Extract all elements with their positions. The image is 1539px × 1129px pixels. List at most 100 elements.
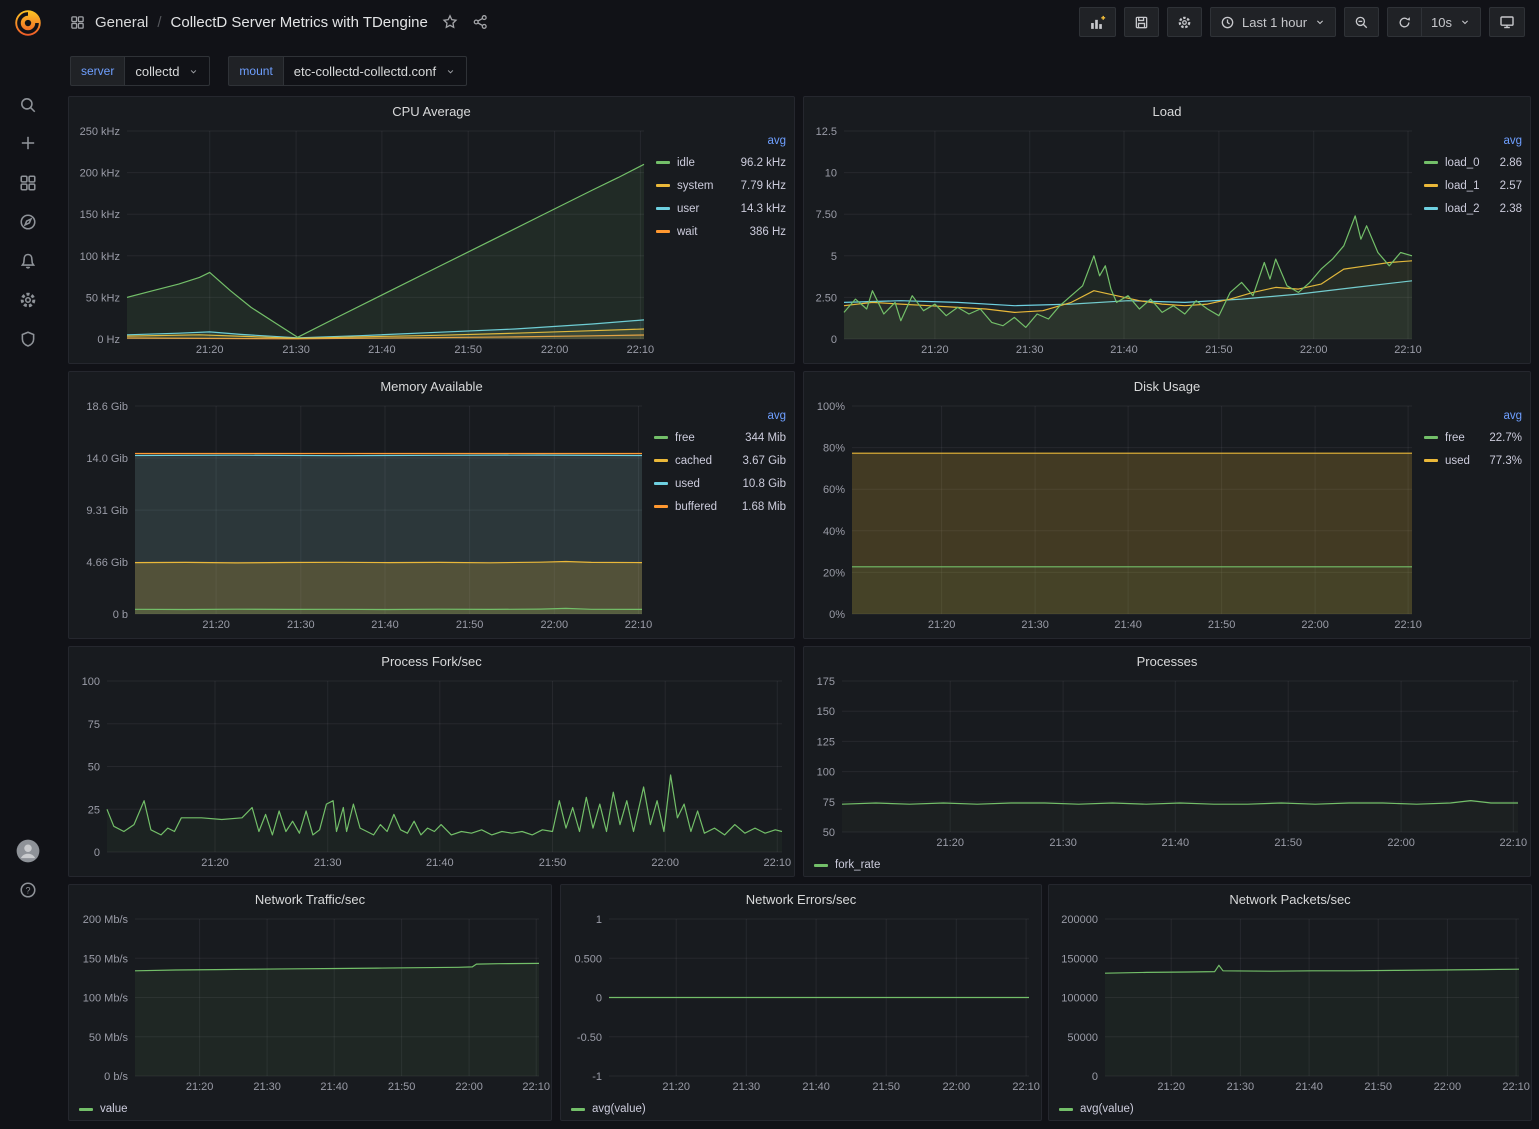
variable-value-mount[interactable]: etc-collectd-collectd.conf: [283, 56, 467, 86]
legend-item-load_1[interactable]: load_12.57: [1424, 174, 1522, 197]
time-range-label: Last 1 hour: [1242, 15, 1307, 30]
chart-disk-usage[interactable]: 0%20%40%60%80%100%21:2021:3021:4021:5022…: [804, 400, 1424, 638]
time-range-picker[interactable]: Last 1 hour: [1210, 7, 1336, 37]
series-color-swatch: [79, 1108, 93, 1111]
cycle-view-mode-button[interactable]: [1489, 7, 1525, 37]
configuration-gear-icon[interactable]: [0, 281, 56, 319]
x-axis-label: 21:40: [802, 1081, 830, 1093]
panel-title-network-packets-sec[interactable]: Network Packets/sec: [1049, 885, 1531, 913]
search-icon[interactable]: [0, 86, 56, 124]
breadcrumb-section[interactable]: General: [95, 14, 148, 31]
grafana-logo[interactable]: [11, 6, 45, 40]
chart-network-packets-sec[interactable]: 05000010000015000020000021:2021:3021:402…: [1049, 913, 1531, 1098]
legend-item-used[interactable]: used77.3%: [1424, 449, 1522, 472]
legend-item-user[interactable]: user14.3 kHz: [656, 197, 786, 220]
alerting-bell-icon[interactable]: [0, 242, 56, 280]
chart-processes[interactable]: 507510012515017521:2021:3021:4021:5022:0…: [804, 675, 1530, 854]
x-axis-label: 21:40: [426, 857, 454, 869]
y-axis-label: 0: [596, 993, 602, 1005]
save-dashboard-button[interactable]: [1124, 7, 1159, 37]
legend-series-name: load_1: [1445, 180, 1480, 192]
y-axis-label: 50 Mb/s: [89, 1032, 129, 1044]
share-icon[interactable]: [472, 14, 488, 30]
y-axis-label: 175: [817, 676, 835, 688]
series-color-swatch: [654, 482, 668, 485]
star-icon[interactable]: [442, 14, 458, 30]
variable-server: server collectd: [70, 56, 210, 86]
panel-title-network-errors-sec[interactable]: Network Errors/sec: [561, 885, 1041, 913]
legend-header-avg: avg: [1424, 131, 1522, 151]
y-axis-label: 25: [88, 804, 100, 816]
legend-item-used[interactable]: used10.8 Gib: [654, 472, 786, 495]
legend-item-cached[interactable]: cached3.67 Gib: [654, 449, 786, 472]
zoom-out-button[interactable]: [1344, 7, 1379, 37]
add-panel-button[interactable]: [1079, 7, 1116, 37]
chart-process-fork-sec[interactable]: 025507510021:2021:3021:4021:5022:0022:10: [69, 675, 794, 876]
chevron-down-icon: [188, 66, 199, 77]
panel-title-load[interactable]: Load: [804, 97, 1530, 125]
x-axis-label: 21:20: [662, 1081, 690, 1093]
panel-network-traffic-sec: Network Traffic/sec0 b/s50 Mb/s100 Mb/s1…: [68, 884, 552, 1121]
user-avatar[interactable]: [0, 832, 56, 870]
legend-item-load_0[interactable]: load_02.86: [1424, 151, 1522, 174]
x-axis-label: 21:30: [314, 857, 342, 869]
panel-title-network-traffic-sec[interactable]: Network Traffic/sec: [69, 885, 551, 913]
panel-title-process-fork-sec[interactable]: Process Fork/sec: [69, 647, 794, 675]
legend-item-load_2[interactable]: load_22.38: [1424, 197, 1522, 220]
panel-title-disk-usage[interactable]: Disk Usage: [804, 372, 1530, 400]
legend-item-avg(value)[interactable]: avg(value): [1059, 1098, 1134, 1121]
x-axis-label: 21:40: [1162, 837, 1190, 849]
x-axis-label: 21:50: [1205, 344, 1233, 356]
x-axis-label: 22:00: [651, 857, 679, 869]
legend-series-name: value: [100, 1103, 128, 1115]
explore-compass-icon[interactable]: [0, 203, 56, 241]
legend-header-avg: avg: [656, 131, 786, 151]
chart-load[interactable]: 02.5057.501012.521:2021:3021:4021:5022:0…: [804, 125, 1424, 363]
panel-title-cpu-average[interactable]: CPU Average: [69, 97, 794, 125]
legend-load: avgload_02.86load_12.57load_22.38: [1424, 125, 1530, 363]
legend-series-avg: 7.79 kHz: [741, 180, 786, 192]
variable-value-server[interactable]: collectd: [124, 56, 210, 86]
legend-item-value[interactable]: value: [79, 1098, 128, 1121]
x-axis-label: 21:30: [733, 1081, 761, 1093]
chart-memory-available[interactable]: 0 b4.66 Gib9.31 Gib14.0 Gib18.6 Gib21:20…: [69, 400, 654, 638]
legend-item-fork_rate[interactable]: fork_rate: [814, 854, 880, 877]
chart-network-traffic-sec[interactable]: 0 b/s50 Mb/s100 Mb/s150 Mb/s200 Mb/s21:2…: [69, 913, 551, 1098]
dashboards-icon[interactable]: [0, 164, 56, 202]
legend-series-name: user: [677, 203, 699, 215]
panel-title-memory-available[interactable]: Memory Available: [69, 372, 794, 400]
legend-item-free[interactable]: free344 Mib: [654, 426, 786, 449]
chart-network-errors-sec[interactable]: -1-0.5000.500121:2021:3021:4021:5022:002…: [561, 913, 1041, 1098]
y-axis-label: 150 kHz: [80, 209, 120, 221]
legend-processes: fork_rate: [804, 854, 1530, 876]
create-plus-icon[interactable]: [0, 124, 56, 162]
admin-shield-icon[interactable]: [0, 320, 56, 358]
legend-item-buffered[interactable]: buffered1.68 Mib: [654, 495, 786, 518]
legend-series-avg: 2.86: [1500, 157, 1522, 169]
x-axis-label: 21:50: [539, 857, 567, 869]
refresh-interval-label: 10s: [1431, 15, 1452, 30]
help-icon[interactable]: ?: [0, 871, 56, 909]
x-axis-label: 22:10: [1502, 1081, 1530, 1093]
legend-header-avg: avg: [654, 406, 786, 426]
refresh-interval-picker[interactable]: 10s: [1421, 7, 1481, 37]
legend-item-free[interactable]: free22.7%: [1424, 426, 1522, 449]
legend-item-system[interactable]: system7.79 kHz: [656, 174, 786, 197]
y-axis-label: 75: [88, 719, 100, 731]
sidebar: ?: [0, 0, 56, 1129]
y-axis-label: 1: [596, 914, 602, 926]
legend-item-avg(value)[interactable]: avg(value): [571, 1098, 646, 1121]
chart-cpu-average[interactable]: 0 Hz50 kHz100 kHz150 kHz200 kHz250 kHz21…: [69, 125, 656, 363]
clock-icon: [1220, 15, 1235, 30]
series-color-swatch: [656, 184, 670, 187]
x-axis-label: 22:00: [943, 1081, 971, 1093]
dashboard-settings-button[interactable]: [1167, 7, 1202, 37]
y-axis-label: 40%: [823, 526, 845, 538]
panel-title-processes[interactable]: Processes: [804, 647, 1530, 675]
panel-network-packets-sec: Network Packets/sec050000100000150000200…: [1048, 884, 1532, 1121]
legend-item-wait[interactable]: wait386 Hz: [656, 220, 786, 243]
legend-item-idle[interactable]: idle96.2 kHz: [656, 151, 786, 174]
x-axis-label: 21:30: [1016, 344, 1044, 356]
refresh-button[interactable]: [1387, 7, 1421, 37]
y-axis-label: 10: [825, 168, 837, 180]
